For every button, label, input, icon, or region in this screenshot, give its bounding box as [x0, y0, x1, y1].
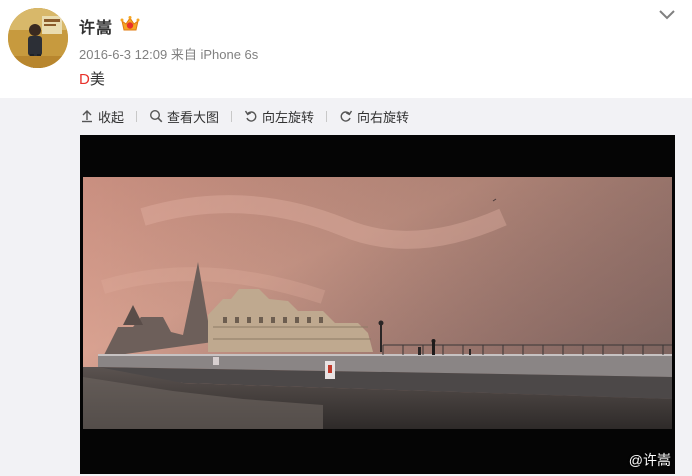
post-timestamp[interactable]: 2016-6-3 12:09 — [79, 47, 167, 62]
post-photo[interactable]: @许嵩 — [80, 135, 675, 474]
post-source-prefix: 来自 — [170, 47, 197, 62]
image-toolbar: 收起 查看大图 向左旋转 向右旋转 — [80, 98, 409, 134]
username[interactable]: 许嵩 — [79, 14, 113, 38]
toolbar-divider — [136, 110, 138, 122]
rotate-left-icon — [244, 110, 257, 122]
post-source-device[interactable]: iPhone 6s — [200, 47, 258, 62]
rotate-left-label: 向左旋转 — [262, 109, 315, 125]
collapse-arrow-icon — [82, 110, 92, 123]
rotate-right-button[interactable]: 向右旋转 — [339, 107, 409, 126]
collapse-label: 收起 — [98, 109, 125, 125]
content-letter: D — [79, 71, 90, 88]
view-large-label: 查看大图 — [167, 109, 220, 125]
crown-badge-icon — [120, 16, 140, 31]
post-header: 许嵩 2016-6-3 12:09 来自 iPhone 6s D美 — [0, 0, 692, 98]
rotate-right-icon — [340, 110, 353, 122]
search-icon — [150, 109, 163, 123]
rotate-right-label: 向右旋转 — [357, 109, 410, 125]
toolbar-divider — [231, 110, 233, 122]
photo-watermark: @许嵩 — [628, 452, 671, 468]
toolbar-divider — [326, 110, 328, 122]
photo-scene — [83, 177, 672, 429]
post-content: D美 — [79, 68, 105, 89]
chevron-down-icon[interactable] — [656, 6, 678, 24]
content-text: 美 — [89, 71, 105, 88]
avatar[interactable] — [8, 8, 68, 68]
rotate-left-button[interactable]: 向左旋转 — [244, 107, 314, 126]
post-meta: 2016-6-3 12:09 来自 iPhone 6s — [79, 44, 258, 63]
view-large-button[interactable]: 查看大图 — [149, 107, 219, 126]
media-panel: 收起 查看大图 向左旋转 向右旋转 @许嵩 — [0, 98, 692, 476]
collapse-button[interactable]: 收起 — [80, 107, 124, 126]
